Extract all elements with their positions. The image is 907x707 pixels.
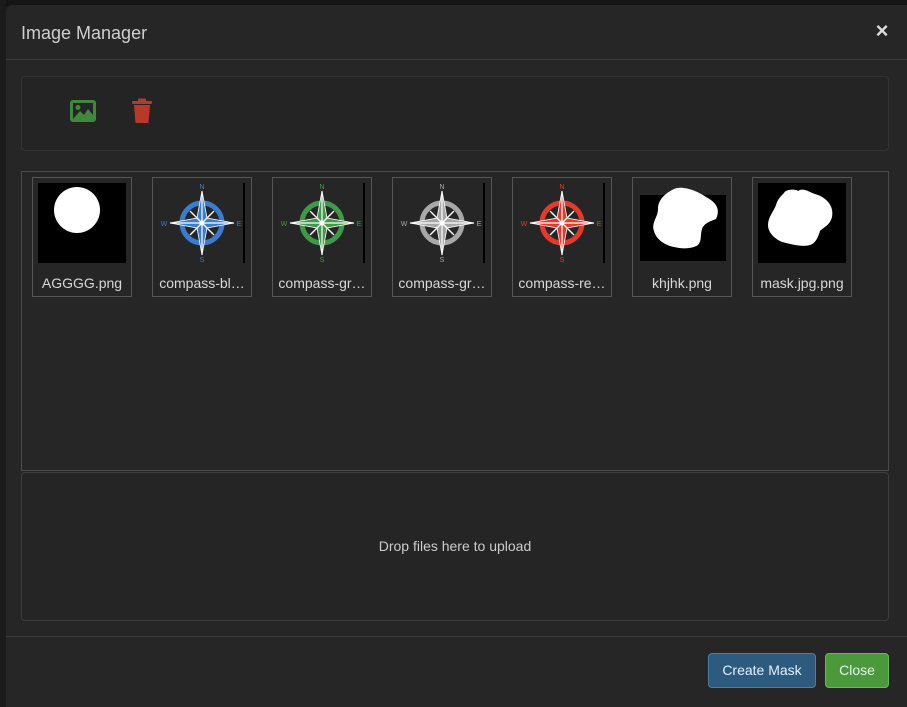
svg-text:E: E [357, 221, 362, 228]
svg-text:S: S [200, 257, 205, 263]
thumbnail-preview [638, 183, 726, 263]
svg-text:S: S [440, 257, 445, 263]
thumbnail-name: compass-gr… [278, 275, 366, 291]
thumbnail-preview: N S E W [158, 183, 246, 263]
svg-text:E: E [477, 221, 482, 228]
upload-dropzone[interactable]: Drop files here to upload [21, 472, 889, 621]
image-thumbnail[interactable]: khjhk.png [632, 177, 732, 297]
svg-text:W: W [521, 221, 528, 228]
image-thumbnail[interactable]: N S E W compass-gr… [272, 177, 372, 297]
image-thumbnail[interactable]: AGGGG.png [32, 177, 132, 297]
thumbnail-preview [38, 183, 126, 263]
trash-icon[interactable] [128, 97, 156, 125]
svg-text:N: N [439, 184, 444, 191]
thumbnail-name: compass-gr… [398, 275, 486, 291]
svg-text:N: N [559, 184, 564, 191]
thumbnail-name: compass-re… [518, 275, 606, 291]
image-icon[interactable] [69, 97, 97, 125]
modal-header: Image Manager × [6, 5, 907, 60]
close-icon[interactable]: × [872, 20, 892, 42]
svg-text:N: N [319, 184, 324, 191]
image-manager-modal: Image Manager × AGGGG.png N S E W compas… [6, 5, 907, 707]
image-gallery: AGGGG.png N S E W compass-bl… N S E W compass-… [21, 171, 889, 471]
thumbnail-preview [758, 183, 846, 263]
svg-text:S: S [560, 257, 565, 263]
svg-text:W: W [161, 221, 168, 228]
svg-text:S: S [320, 257, 325, 263]
close-button[interactable]: Close [825, 653, 889, 688]
toolbar [21, 76, 889, 151]
modal-title: Image Manager [21, 23, 148, 43]
svg-text:E: E [597, 221, 602, 228]
svg-text:W: W [401, 221, 408, 228]
image-thumbnail[interactable]: mask.jpg.png [752, 177, 852, 297]
image-thumbnail[interactable]: N S E W compass-bl… [152, 177, 252, 297]
image-thumbnail[interactable]: N S E W compass-gr… [392, 177, 492, 297]
svg-text:N: N [199, 184, 204, 191]
thumbnail-preview: N S E W [278, 183, 366, 263]
thumbnail-name: mask.jpg.png [760, 275, 844, 291]
image-thumbnail[interactable]: N S E W compass-re… [512, 177, 612, 297]
thumbnail-preview: N S E W [518, 183, 606, 263]
thumbnail-preview: N S E W [398, 183, 486, 263]
svg-text:E: E [237, 221, 242, 228]
thumbnail-name: compass-bl… [159, 275, 245, 291]
thumbnail-name: khjhk.png [652, 275, 712, 291]
create-mask-button[interactable]: Create Mask [708, 653, 816, 688]
dropzone-text: Drop files here to upload [378, 538, 532, 554]
modal-footer: Create Mask Close [6, 636, 907, 707]
thumbnail-name: AGGGG.png [41, 275, 123, 291]
svg-text:W: W [281, 221, 288, 228]
